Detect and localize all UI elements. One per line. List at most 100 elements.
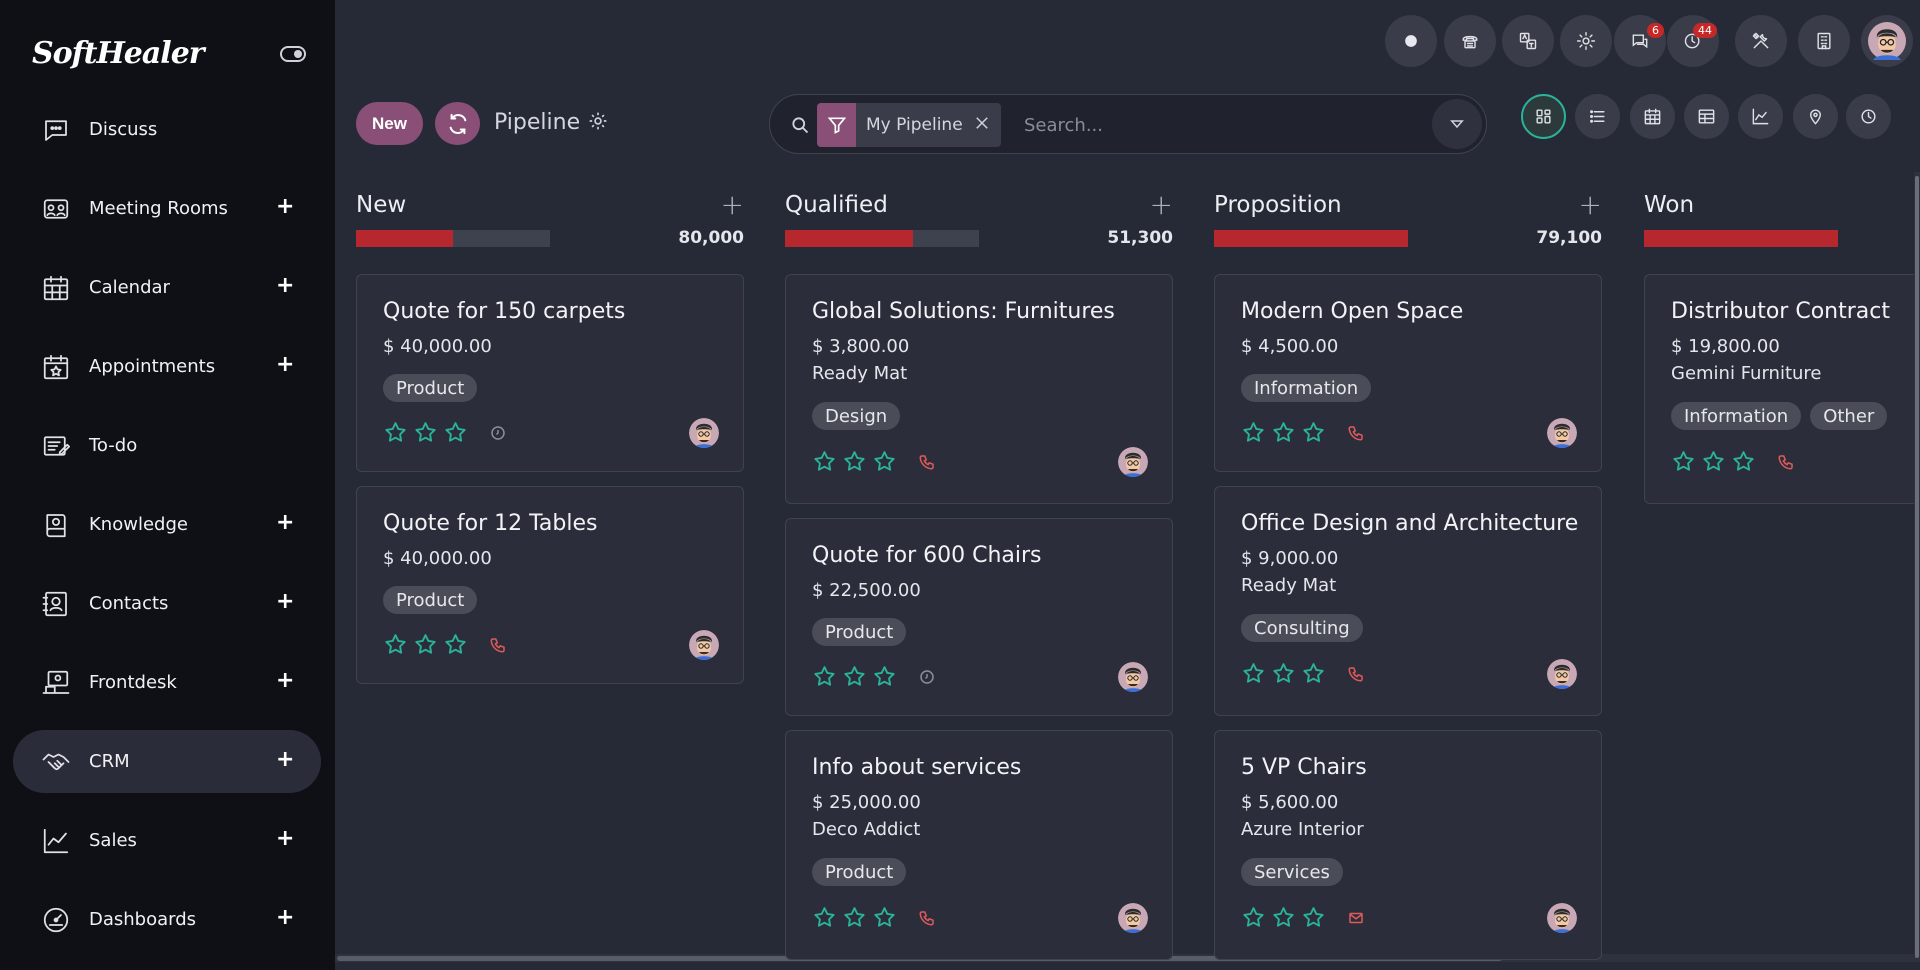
activity-indicator[interactable]: [918, 668, 936, 686]
avatar[interactable]: [1547, 659, 1577, 689]
star-icon[interactable]: [1241, 905, 1266, 930]
star-icon[interactable]: [842, 905, 867, 930]
star-icon[interactable]: [1271, 905, 1296, 930]
column-progress-bar[interactable]: [1214, 230, 1408, 247]
sidebar-item-dashboards[interactable]: Dashboards +: [0, 880, 335, 959]
avatar[interactable]: [1118, 662, 1148, 692]
star-icon[interactable]: [443, 632, 468, 657]
star-icon[interactable]: [413, 632, 438, 657]
phone-icon[interactable]: [918, 909, 936, 927]
user-avatar-button[interactable]: [1861, 15, 1913, 67]
kanban-card[interactable]: Distributor Contract $ 19,800.00 Gemini Fu…: [1644, 274, 1920, 504]
column-progress-bar[interactable]: [785, 230, 979, 247]
kanban-view-button[interactable]: [1521, 94, 1566, 139]
activity-indicator[interactable]: [1777, 453, 1795, 471]
star-icon[interactable]: [1271, 420, 1296, 445]
quick-create-button[interactable]: +: [276, 353, 294, 377]
star-icon[interactable]: [1701, 449, 1726, 474]
kanban-card[interactable]: Quote for 150 carpets $ 40,000.00 Product: [356, 274, 744, 472]
remove-filter-icon[interactable]: [973, 114, 991, 136]
scrollbar-thumb[interactable]: [1915, 176, 1919, 958]
quick-create-button[interactable]: +: [276, 195, 294, 219]
sidebar-item-contacts[interactable]: Contacts +: [0, 564, 335, 643]
star-icon[interactable]: [872, 905, 897, 930]
sidebar-item-calendar[interactable]: Calendar +: [0, 248, 335, 327]
avatar[interactable]: [689, 418, 719, 448]
sidebar-item-frontdesk[interactable]: Frontdesk +: [0, 643, 335, 722]
quick-create-button[interactable]: +: [276, 511, 294, 535]
quick-add-button[interactable]: +: [1579, 188, 1602, 221]
star-icon[interactable]: [383, 420, 408, 445]
new-button[interactable]: New: [356, 102, 423, 145]
star-icon[interactable]: [812, 449, 837, 474]
quick-create-button[interactable]: +: [276, 906, 294, 930]
star-icon[interactable]: [1241, 661, 1266, 686]
star-icon[interactable]: [812, 905, 837, 930]
phone-icon[interactable]: [918, 453, 936, 471]
quick-create-button[interactable]: +: [276, 669, 294, 693]
sidebar-item-appointments[interactable]: Appointments +: [0, 327, 335, 406]
status-dot-button[interactable]: [1385, 15, 1437, 67]
avatar[interactable]: [1547, 418, 1577, 448]
list-view-button[interactable]: [1575, 94, 1620, 139]
activity-view-button[interactable]: [1846, 94, 1891, 139]
star-icon[interactable]: [1731, 449, 1756, 474]
activity-indicator[interactable]: [489, 636, 507, 654]
phone-icon[interactable]: [1777, 453, 1795, 471]
quick-create-button[interactable]: +: [276, 827, 294, 851]
star-icon[interactable]: [872, 449, 897, 474]
column-title[interactable]: Won: [1644, 192, 1694, 218]
phone-icon[interactable]: [1347, 665, 1365, 683]
quick-create-button[interactable]: +: [276, 748, 294, 772]
gear-icon[interactable]: [588, 111, 608, 135]
column-title[interactable]: Qualified: [785, 192, 888, 218]
avatar[interactable]: [1118, 447, 1148, 477]
activity-indicator[interactable]: [1347, 909, 1365, 927]
sidebar-item-discuss[interactable]: Discuss: [0, 90, 335, 169]
clock-icon[interactable]: [489, 424, 507, 442]
star-icon[interactable]: [1301, 905, 1326, 930]
star-icon[interactable]: [1671, 449, 1696, 474]
clock-icon[interactable]: [918, 668, 936, 686]
settings-gear-button[interactable]: [1560, 15, 1612, 67]
translate-button[interactable]: [1502, 15, 1554, 67]
map-view-button[interactable]: [1793, 94, 1838, 139]
activity-indicator[interactable]: [1347, 665, 1365, 683]
kanban-card[interactable]: Quote for 12 Tables $ 40,000.00 Product: [356, 486, 744, 684]
quick-add-button[interactable]: +: [721, 188, 744, 221]
activity-indicator[interactable]: [918, 453, 936, 471]
star-icon[interactable]: [1301, 661, 1326, 686]
avatar[interactable]: [689, 630, 719, 660]
activity-indicator[interactable]: [489, 424, 507, 442]
phone-icon[interactable]: [489, 636, 507, 654]
star-icon[interactable]: [842, 664, 867, 689]
search-options-toggle[interactable]: [1432, 99, 1482, 149]
column-progress-bar[interactable]: [1644, 230, 1838, 247]
phone-icon[interactable]: [1347, 424, 1365, 442]
star-icon[interactable]: [1301, 420, 1326, 445]
messages-button[interactable]: 6: [1614, 15, 1666, 67]
sidebar-item-meeting-rooms[interactable]: Meeting Rooms +: [0, 169, 335, 248]
company-building-button[interactable]: [1798, 15, 1850, 67]
star-icon[interactable]: [842, 449, 867, 474]
sidebar-item-to-do[interactable]: To-do: [0, 406, 335, 485]
sidebar-item-knowledge[interactable]: Knowledge +: [0, 485, 335, 564]
column-title[interactable]: New: [356, 192, 406, 218]
search-input[interactable]: [1024, 110, 1404, 140]
star-icon[interactable]: [383, 632, 408, 657]
sidebar-item-sales[interactable]: Sales +: [0, 801, 335, 880]
kanban-card[interactable]: Quote for 600 Chairs $ 22,500.00 Product: [785, 518, 1173, 716]
avatar[interactable]: [1547, 903, 1577, 933]
kanban-card[interactable]: Info about services $ 25,000.00 Deco Addic…: [785, 730, 1173, 960]
star-icon[interactable]: [1241, 420, 1266, 445]
kanban-card[interactable]: 5 VP Chairs $ 5,600.00 Azure Interior Servi…: [1214, 730, 1602, 960]
activity-indicator[interactable]: [918, 909, 936, 927]
star-icon[interactable]: [443, 420, 468, 445]
activity-clock-button[interactable]: 44: [1667, 15, 1719, 67]
column-progress-bar[interactable]: [356, 230, 550, 247]
tools-button[interactable]: [1735, 15, 1787, 67]
sidebar-toggle-icon[interactable]: [280, 46, 306, 62]
quick-add-button[interactable]: +: [1150, 188, 1173, 221]
sidebar-item-crm[interactable]: CRM +: [0, 722, 335, 801]
phone-button[interactable]: [1444, 15, 1496, 67]
